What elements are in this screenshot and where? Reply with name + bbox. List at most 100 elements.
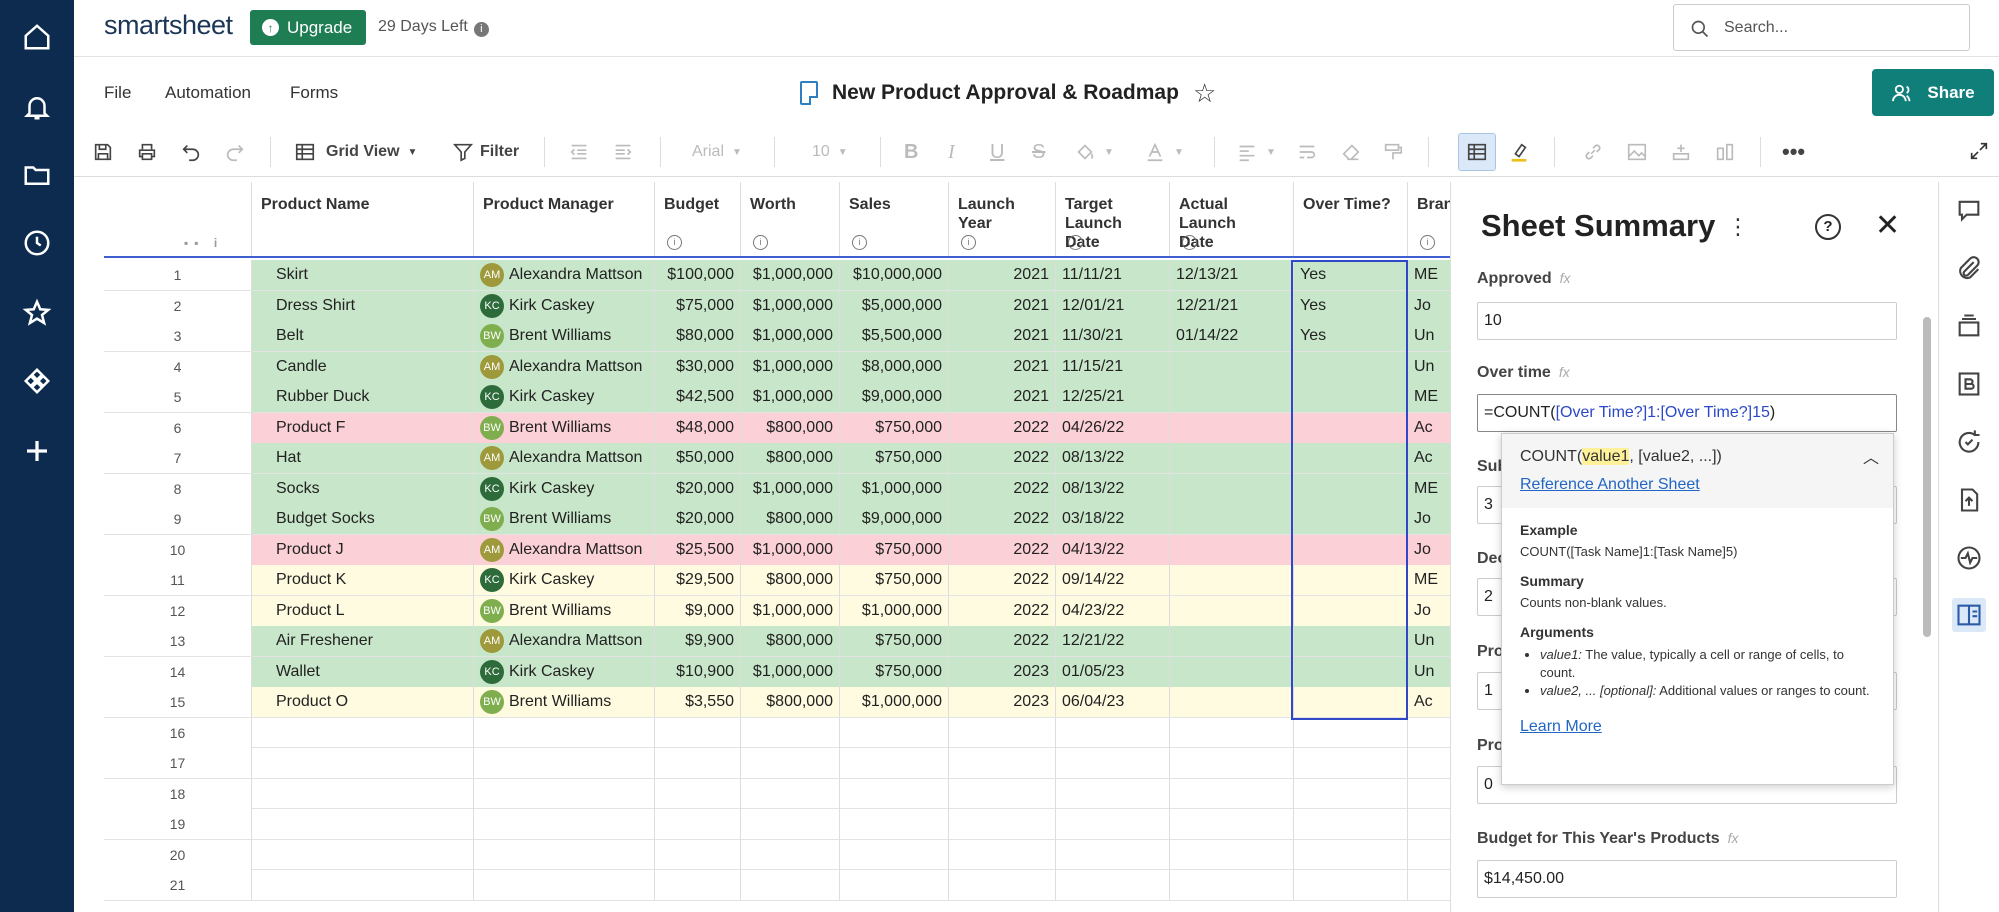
over-time-formula-field[interactable]: =COUNT([Over Time?]1:[Over Time?]15) xyxy=(1477,394,1897,432)
cell-worth[interactable]: $1,000,000 xyxy=(741,473,840,504)
cell-n[interactable]: 8 xyxy=(104,473,252,504)
cell-worth[interactable]: $1,000,000 xyxy=(741,351,840,382)
cell-brand[interactable]: Un xyxy=(1408,626,1450,656)
menu-file[interactable]: File xyxy=(104,83,131,103)
redo-icon[interactable] xyxy=(224,140,246,164)
cell-target[interactable] xyxy=(1056,717,1170,748)
cell-target[interactable]: 06/04/23 xyxy=(1056,687,1170,717)
cell-pm[interactable] xyxy=(474,870,655,900)
cell-year[interactable] xyxy=(949,809,1056,839)
cell-budget[interactable] xyxy=(655,870,741,900)
cell-pm[interactable] xyxy=(474,717,655,748)
cell-name[interactable]: Wallet xyxy=(252,656,474,687)
cell-actual[interactable] xyxy=(1170,839,1294,870)
cell-budget[interactable]: $42,500 xyxy=(655,382,741,412)
cell-year[interactable]: 2022 xyxy=(949,534,1056,565)
cell-brand[interactable]: Jo xyxy=(1408,290,1450,321)
cell-actual[interactable] xyxy=(1170,534,1294,565)
cell-year[interactable]: 2021 xyxy=(949,260,1056,290)
cell-sales[interactable]: $750,000 xyxy=(840,443,949,473)
cell-over[interactable] xyxy=(1294,473,1408,504)
table-row[interactable]: 4 Candle AM Alexandra Mattson $30,000 $1,000,… xyxy=(104,351,1450,382)
table-row[interactable]: 5 Rubber Duck KC Kirk Caskey $42,500 $1,000,0… xyxy=(104,382,1450,413)
cell-budget[interactable]: $20,000 xyxy=(655,473,741,504)
cell-name[interactable]: Product L xyxy=(252,595,474,626)
cell-budget[interactable]: $48,000 xyxy=(655,412,741,443)
cell-actual[interactable] xyxy=(1170,778,1294,809)
cell-brand[interactable] xyxy=(1408,779,1450,809)
cell-brand[interactable]: Jo xyxy=(1408,595,1450,626)
upload-file-icon[interactable] xyxy=(1955,486,1983,514)
column-header-actual-launch-date[interactable]: Actual Launch Date i xyxy=(1170,182,1294,256)
cell-pm[interactable]: KC Kirk Caskey xyxy=(474,565,655,595)
card-view-icon[interactable] xyxy=(1670,140,1692,164)
cell-budget[interactable]: $3,550 xyxy=(655,687,741,717)
cell-worth[interactable]: $1,000,000 xyxy=(741,382,840,412)
cell-target[interactable]: 12/01/21 xyxy=(1056,290,1170,321)
cell-target[interactable]: 11/15/21 xyxy=(1056,351,1170,382)
cell-actual[interactable] xyxy=(1170,382,1294,412)
favorites-star-icon[interactable] xyxy=(22,298,52,328)
cell-name[interactable] xyxy=(252,809,474,839)
column-info-icon[interactable]: i xyxy=(961,235,976,250)
column-header-target-launch-date[interactable]: Target Launch Date i xyxy=(1056,182,1170,256)
cell-brand[interactable]: ME xyxy=(1408,382,1450,412)
wrap-text-icon[interactable] xyxy=(1296,140,1318,164)
learn-more-link[interactable]: Learn More xyxy=(1520,718,1875,736)
cell-budget[interactable]: $20,000 xyxy=(655,504,741,534)
cell-over[interactable] xyxy=(1294,809,1408,839)
font-family-dropdown[interactable]: Arial ▼ xyxy=(692,140,742,164)
smartsheet-logo[interactable]: smartsheet xyxy=(104,10,233,41)
recents-clock-icon[interactable] xyxy=(22,228,52,258)
cell-target[interactable]: 04/26/22 xyxy=(1056,412,1170,443)
cell-worth[interactable]: $1,000,000 xyxy=(741,290,840,321)
cell-budget[interactable]: $30,000 xyxy=(655,351,741,382)
comments-icon[interactable] xyxy=(1955,196,1983,224)
cell-sales[interactable]: $5,500,000 xyxy=(840,321,949,351)
table-row[interactable]: 1 Skirt AM Alexandra Mattson $100,000 $1,000,… xyxy=(104,260,1450,291)
cell-over[interactable] xyxy=(1294,717,1408,748)
cell-pm[interactable] xyxy=(474,839,655,870)
cell-budget[interactable] xyxy=(655,778,741,809)
sheet-title[interactable]: New Product Approval & Roadmap xyxy=(832,81,1179,105)
cell-worth[interactable]: $1,000,000 xyxy=(741,534,840,565)
cell-sales[interactable]: $8,000,000 xyxy=(840,351,949,382)
cell-budget[interactable] xyxy=(655,717,741,748)
cell-budget[interactable]: $80,000 xyxy=(655,321,741,351)
cell-over[interactable] xyxy=(1294,626,1408,656)
table-row[interactable]: 18 xyxy=(104,778,1450,809)
cell-worth[interactable] xyxy=(741,809,840,839)
cell-worth[interactable]: $1,000,000 xyxy=(741,260,840,290)
cell-worth[interactable]: $800,000 xyxy=(741,687,840,717)
cell-name[interactable] xyxy=(252,717,474,748)
approved-field[interactable]: 10 xyxy=(1477,302,1897,340)
cell-over[interactable] xyxy=(1294,870,1408,900)
cell-sales[interactable] xyxy=(840,839,949,870)
cell-n[interactable]: 16 xyxy=(104,717,252,748)
cell-year[interactable]: 2022 xyxy=(949,504,1056,534)
cell-over[interactable] xyxy=(1294,351,1408,382)
column-header-worth[interactable]: Worth i xyxy=(741,182,840,256)
cell-n[interactable]: 10 xyxy=(104,534,252,565)
cell-brand[interactable] xyxy=(1408,718,1450,748)
cell-pm[interactable]: AM Alexandra Mattson xyxy=(474,443,655,473)
column-info-icon[interactable]: i xyxy=(667,235,682,250)
more-options-icon[interactable]: ••• xyxy=(1782,139,1805,164)
cell-brand[interactable]: Un xyxy=(1408,656,1450,687)
table-row[interactable]: 9 Budget Socks BW Brent Williams $20,000 $800… xyxy=(104,504,1450,535)
cell-year[interactable]: 2022 xyxy=(949,565,1056,595)
cell-sales[interactable]: $750,000 xyxy=(840,626,949,656)
cell-budget[interactable]: $75,000 xyxy=(655,290,741,321)
cell-brand[interactable]: Ac xyxy=(1408,687,1450,717)
favorite-star-icon[interactable]: ☆ xyxy=(1193,78,1216,109)
cell-worth[interactable]: $800,000 xyxy=(741,504,840,534)
cell-n[interactable]: 9 xyxy=(104,504,252,534)
cell-year[interactable] xyxy=(949,778,1056,809)
cell-worth[interactable]: $800,000 xyxy=(741,412,840,443)
filter-button[interactable]: Filter xyxy=(452,140,519,164)
cell-sales[interactable]: $5,000,000 xyxy=(840,290,949,321)
cell-year[interactable] xyxy=(949,870,1056,900)
table-row[interactable]: 10 Product J AM Alexandra Mattson $25,500 $1,… xyxy=(104,534,1450,565)
cell-name[interactable]: Hat xyxy=(252,443,474,473)
hyperlink-icon[interactable] xyxy=(1582,140,1604,164)
